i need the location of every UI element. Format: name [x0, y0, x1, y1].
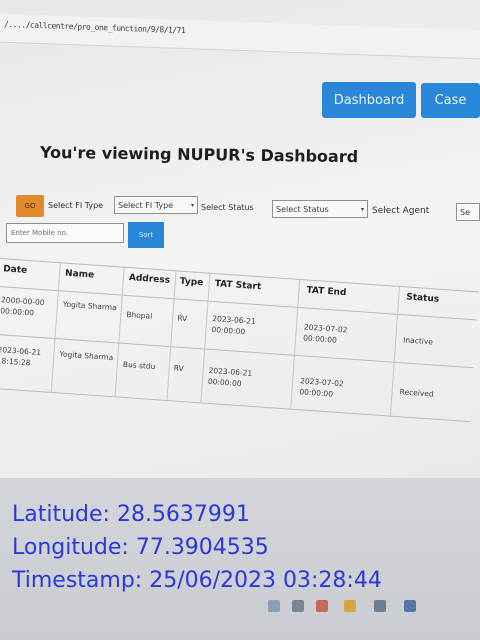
col-header-address: Address	[128, 273, 171, 286]
sort-button[interactable]: Sort	[128, 222, 164, 248]
column-divider	[50, 262, 61, 392]
url-text: /..../callcentre/pro_one_function/9/8/1/…	[4, 19, 186, 36]
cell-address: Bhopal	[126, 309, 153, 321]
cell-name: Yogita Sharma	[62, 299, 118, 313]
col-header-tat-start: TAT Start	[214, 279, 262, 293]
case-button[interactable]: Case	[421, 83, 480, 118]
col-header-type: Type	[179, 276, 204, 289]
cell-name: Yogita Sharma	[59, 349, 114, 363]
status-select[interactable]: Select Status ▾	[272, 200, 368, 218]
cell-date: 2023-06-21 18:15:28	[0, 345, 42, 368]
chevron-down-icon: ▾	[360, 205, 364, 213]
taskbar-app-icon[interactable]	[374, 600, 386, 612]
cell-status: Received	[399, 387, 435, 399]
dashboard-button[interactable]: Dashboard	[322, 82, 416, 118]
cell-status: Inactive	[402, 335, 434, 347]
agent-label: Select Agent	[372, 206, 430, 216]
taskbar-app-icon[interactable]	[268, 600, 280, 612]
cell-tat-end: 2023-07-02 00:00:00	[302, 322, 348, 345]
go-button[interactable]: GO	[16, 195, 44, 217]
status-label: Select Status	[201, 203, 254, 212]
longitude-text: Longitude: 77.3904535	[12, 535, 269, 560]
taskbar-app-icon[interactable]	[404, 600, 416, 612]
cell-tat-end: 2023-07-02 00:00:00	[299, 376, 344, 399]
agent-select[interactable]: Se	[456, 203, 480, 221]
col-header-tat-end: TAT End	[306, 285, 347, 299]
cell-type: RV	[176, 313, 188, 324]
fi-type-label: Select FI Type	[48, 201, 104, 210]
column-divider	[114, 266, 125, 397]
taskbar-app-icon[interactable]	[316, 600, 328, 612]
cell-address: Bus stdu	[122, 359, 156, 372]
cases-table: Date Name Address Type TAT Start TAT End…	[0, 258, 479, 491]
fi-type-select[interactable]: Select FI Type ▾	[114, 196, 198, 214]
latitude-text: Latitude: 28.5637991	[12, 502, 250, 527]
timestamp-text: Timestamp: 25/06/2023 03:28:44	[12, 568, 382, 593]
mobile-number-input[interactable]: Enter Mobile no.	[6, 223, 124, 243]
col-header-status: Status	[405, 292, 440, 305]
col-header-name: Name	[64, 268, 95, 281]
col-header-date: Date	[2, 264, 28, 276]
taskbar-app-icon[interactable]	[292, 600, 304, 612]
chevron-down-icon: ▾	[190, 201, 194, 209]
cell-tat-start: 2023-06-21 00:00:00	[207, 365, 253, 389]
cell-date: 2000-00-00 00:00:00	[0, 295, 45, 318]
taskbar-app-icon[interactable]	[344, 600, 356, 612]
column-divider	[166, 270, 177, 401]
cell-type: RV	[173, 363, 184, 374]
cell-tat-start: 2023-06-21 00:00:00	[211, 313, 257, 337]
